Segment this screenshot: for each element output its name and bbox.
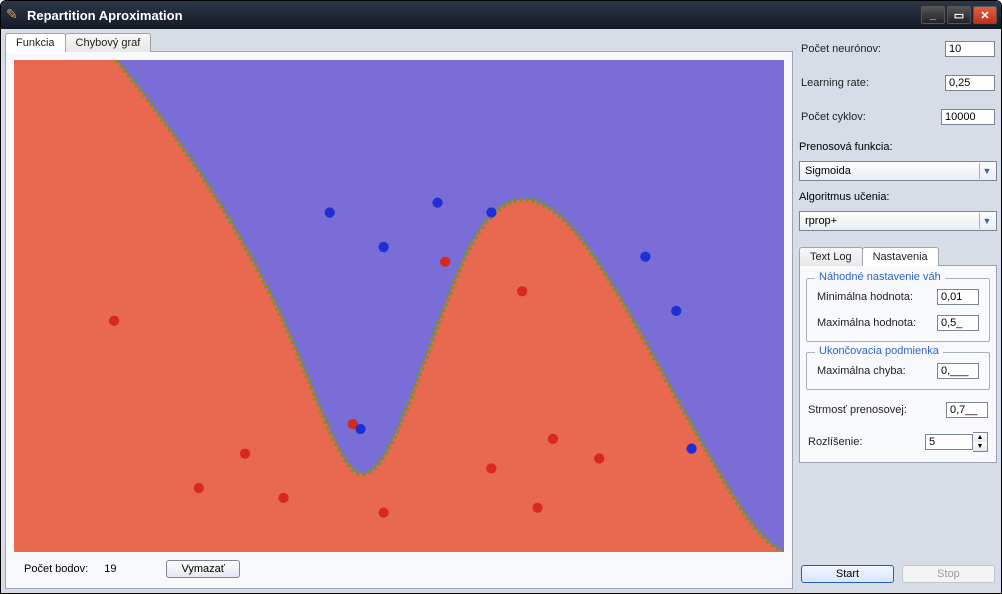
tab-chybovy-graf[interactable]: Chybový graf [65,33,152,52]
neurons-input[interactable] [945,41,995,57]
start-button[interactable]: Start [801,565,894,583]
point-class-blue [640,252,650,262]
minimize-button[interactable]: _ [921,6,945,24]
min-input[interactable] [937,289,979,305]
points-label: Počet bodov: [24,563,88,575]
spin-up-icon[interactable]: ▲ [973,433,987,442]
sub-tabs: Text Log Nastavenia [799,247,997,266]
transfer-select[interactable]: Sigmoida ▼ [799,161,997,181]
points-value: 19 [104,563,116,575]
point-class-red [532,503,542,513]
stop-legend: Ukončovacia podmienka [815,345,943,357]
chevron-down-icon: ▼ [979,213,994,229]
max-input[interactable] [937,315,979,331]
app-icon [5,7,21,23]
maxerr-input[interactable] [937,363,979,379]
plot-canvas[interactable] [14,60,784,552]
spin-down-icon[interactable]: ▼ [973,442,987,451]
transfer-value: Sigmoida [805,165,851,177]
close-button[interactable]: ✕ [973,6,997,24]
point-class-blue [432,198,442,208]
weights-fieldset: Náhodné nastavenie váh Minimálna hodnota… [806,278,990,342]
weights-legend: Náhodné nastavenie váh [815,271,945,283]
window-title: Repartition Aproximation [27,8,921,23]
point-class-red [378,508,388,518]
point-class-blue [325,207,335,217]
min-label: Minimálna hodnota: [817,291,913,303]
algo-value: rprop+ [805,215,837,227]
point-class-red [594,453,604,463]
point-class-blue [486,207,496,217]
tab-funkcia[interactable]: Funkcia [5,33,66,52]
tab-text-log[interactable]: Text Log [799,247,863,266]
point-class-blue [378,242,388,252]
point-class-blue [355,424,365,434]
resolution-spinner[interactable]: ▲ ▼ [925,432,988,452]
cycles-input[interactable] [941,109,995,125]
point-class-red [109,316,119,326]
settings-panel: Náhodné nastavenie váh Minimálna hodnota… [799,265,997,463]
chevron-down-icon: ▼ [979,163,994,179]
resolution-input[interactable] [925,434,973,450]
point-class-red [486,463,496,473]
bottom-bar: Počet bodov: 19 Vymazať [14,552,784,580]
steep-label: Strmosť prenosovej: [808,404,907,416]
point-class-red [517,286,527,296]
main-tabs: Funkcia Chybový graf [5,33,793,52]
tab-nastavenia[interactable]: Nastavenia [862,247,939,266]
point-class-red [440,257,450,267]
main-panel: Počet bodov: 19 Vymazať [5,51,793,589]
algo-select[interactable]: rprop+ ▼ [799,211,997,231]
point-class-red [278,493,288,503]
steep-input[interactable] [946,402,988,418]
maximize-button[interactable]: ▭ [947,6,971,24]
plot-svg [14,60,784,552]
transfer-label: Prenosová funkcia: [799,141,997,153]
neurons-label: Počet neurónov: [801,43,881,55]
stop-button: Stop [902,565,995,583]
resolution-label: Rozlíšenie: [808,436,862,448]
stop-fieldset: Ukončovacia podmienka Maximálna chyba: [806,352,990,390]
cycles-label: Počet cyklov: [801,111,866,123]
point-class-blue [686,444,696,454]
point-class-red [240,448,250,458]
learning-rate-input[interactable] [945,75,995,91]
learning-rate-label: Learning rate: [801,77,869,89]
point-class-red [194,483,204,493]
point-class-red [548,434,558,444]
titlebar: Repartition Aproximation _ ▭ ✕ [1,1,1001,29]
max-label: Maximálna hodnota: [817,317,916,329]
algo-label: Algoritmus učenia: [799,191,997,203]
maxerr-label: Maximálna chyba: [817,365,906,377]
point-class-blue [671,306,681,316]
clear-button[interactable]: Vymazať [166,560,239,578]
